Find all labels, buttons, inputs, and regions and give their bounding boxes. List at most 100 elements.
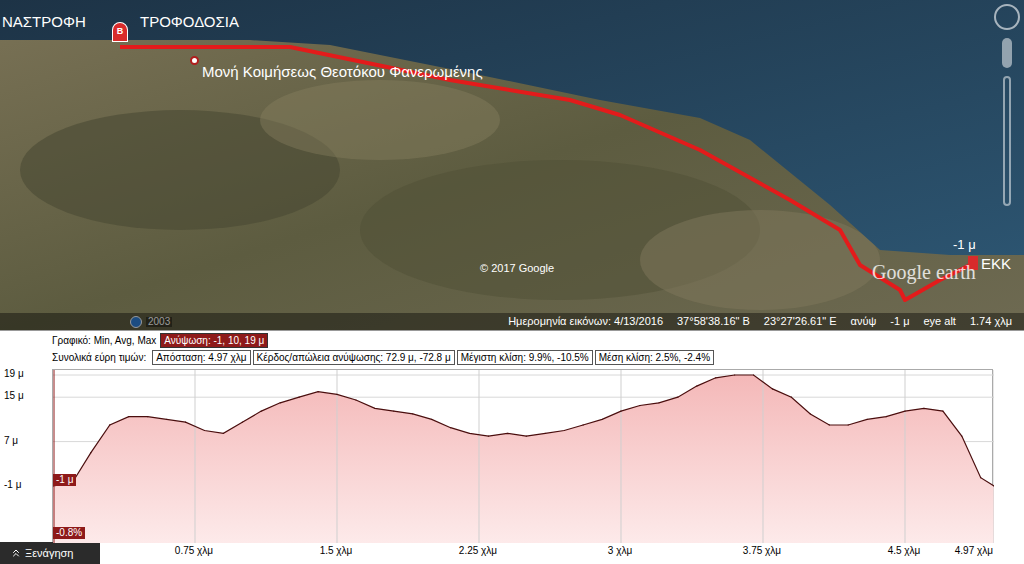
grid-line [621, 370, 622, 543]
chart-row: 19 μ15 μ7 μ-1 μ-1 μ-0.8% [0, 369, 1024, 542]
elevation-point [469, 433, 470, 434]
chevrons-up-icon [10, 547, 22, 559]
imagery-date: Ημερομηνία εικόνων: 4/13/2016 [508, 313, 663, 330]
elevation-point [545, 433, 546, 434]
x-tick: 4.5 χλμ [888, 546, 921, 556]
elevation-point [128, 416, 129, 417]
feed-label: ΤΡΟΦΟΔΟΣΙΑ [140, 14, 239, 29]
elevation-area [53, 375, 994, 543]
elevation-point [507, 433, 508, 434]
grid-line [337, 370, 338, 543]
elevation-point [564, 430, 565, 431]
latitude: 37°58'38.16" Β [677, 313, 750, 330]
graph-value[interactable]: Ανύψωση: -1, 10, 19 μ [160, 333, 268, 348]
elevation-point [299, 397, 300, 398]
y-tick: 19 μ [4, 369, 24, 379]
start-elevation-label: -1 μ [953, 238, 976, 251]
elevation-point [336, 394, 337, 395]
elevation-point [980, 477, 981, 478]
elevation-point [829, 424, 830, 425]
x-tick: 0.75 χλμ [175, 546, 213, 556]
terrain-image [0, 0, 1024, 330]
elevation-point [601, 419, 602, 420]
google-earth-window: ΝΑΣΤΡΟΦΗ B ΤΡΟΦΟΔΟΣΙΑ Μονή Κοιμήσεως Θεοτόκ… [0, 0, 1024, 564]
elevation-point [280, 402, 281, 403]
range-value: Μέση κλίση: 2.5%, -2.4% [595, 350, 714, 365]
elevation-point [848, 424, 849, 425]
elevation-point [904, 410, 905, 411]
elevation-point [374, 408, 375, 409]
ranges-label: Συνολικά εύρη τιμών: [52, 351, 150, 364]
elevation-label: ανύψ [851, 313, 877, 330]
x-tick: 3.75 χλμ [743, 546, 781, 556]
elevation-point [961, 435, 962, 436]
elevation-point [488, 435, 489, 436]
elevation-point [810, 413, 811, 414]
elevation-profile: Γραφικό: Min, Avg, Max Ανύψωση: -1, 10, 1… [0, 330, 1024, 564]
elevation-point [242, 422, 243, 423]
x-tick: 1.5 χλμ [320, 546, 353, 556]
elevation-point [772, 388, 773, 389]
elevation-point [677, 397, 678, 398]
status-bar: Ημερομηνία εικόνων: 4/13/2016 37°58'38.16… [0, 313, 1024, 330]
street-view-icon[interactable] [1002, 38, 1012, 68]
longitude: 23°27'26.61" Ε [764, 313, 837, 330]
elevation-point [696, 386, 697, 387]
elevation-line [53, 375, 994, 486]
start-label: ΕΚΚ [981, 256, 1011, 271]
eye-label: eye alt [924, 313, 956, 330]
y-tick: -1 μ [4, 480, 21, 490]
elevation-point [639, 405, 640, 406]
elevation-point [204, 430, 205, 431]
compass-icon[interactable] [994, 4, 1020, 30]
x-tick: 4.97 χλμ [955, 546, 993, 556]
profile-plot [53, 370, 994, 543]
satellite-map[interactable]: ΝΑΣΤΡΟΦΗ B ΤΡΟΦΟΔΟΣΙΑ Μονή Κοιμήσεως Θεοτόκ… [0, 0, 1024, 330]
elevation-point [942, 410, 943, 411]
elevation-point [753, 374, 754, 375]
grid-line [905, 370, 906, 543]
x-axis: 0.75 χλμ 1.5 χλμ 2.25 χλμ 3 χλμ 3.75 χλμ 4.5 … [100, 542, 993, 564]
elevation-point [791, 397, 792, 398]
elevation-point [317, 391, 318, 392]
elevation-point [885, 416, 886, 417]
monastery-label: Μονή Κοιμήσεως Θεοτόκου Φανερωμένης [202, 64, 483, 79]
elevation-point [261, 410, 262, 411]
elevation-point [355, 399, 356, 400]
tour-button[interactable]: Ξενάγηση [0, 542, 100, 564]
copyright: © 2017 Google [480, 263, 554, 274]
grid-line [53, 375, 994, 376]
grid-line [195, 370, 196, 543]
range-value: Μέγιστη κλίση: 9.9%, -10.5% [457, 350, 593, 365]
x-tick: 2.25 χλμ [459, 546, 497, 556]
elevation-point [734, 374, 735, 375]
elevation: -1 μ [890, 313, 909, 330]
elevation-point [412, 413, 413, 414]
elevation-point [393, 410, 394, 411]
navigation-controls[interactable] [994, 4, 1020, 206]
elevation-point [450, 427, 451, 428]
elevation-point [109, 424, 110, 425]
eye-altitude: 1.74 χλμ [970, 313, 1012, 330]
zoom-slider-icon[interactable] [1003, 76, 1011, 206]
grid-line [479, 370, 480, 543]
range-value: Κέρδος/απώλεια ανύψωσης: 72.9 μ, -72.8 μ [253, 350, 455, 365]
elevation-point [867, 419, 868, 420]
elevation-point [166, 419, 167, 420]
grid-line [994, 370, 995, 543]
endpoint-label: ΝΑΣΤΡΟΦΗ [2, 14, 86, 29]
cursor-line [54, 370, 55, 543]
elevation-point [90, 452, 91, 453]
monastery-pin-icon[interactable] [190, 56, 199, 65]
elevation-point [993, 485, 994, 486]
grid-line [763, 370, 764, 543]
profile-header: Γραφικό: Min, Avg, Max Ανύψωση: -1, 10, 1… [0, 331, 1024, 365]
elevation-point [526, 435, 527, 436]
y-tick: 7 μ [4, 436, 18, 446]
graph-label: Γραφικό: Min, Avg, Max [52, 334, 156, 347]
elevation-point [147, 416, 148, 417]
x-tick: 3 χλμ [608, 546, 632, 556]
elevation-point [658, 402, 659, 403]
endpoint-pin-icon[interactable]: B [112, 22, 128, 42]
profile-chart[interactable]: -1 μ-0.8% [52, 369, 993, 542]
